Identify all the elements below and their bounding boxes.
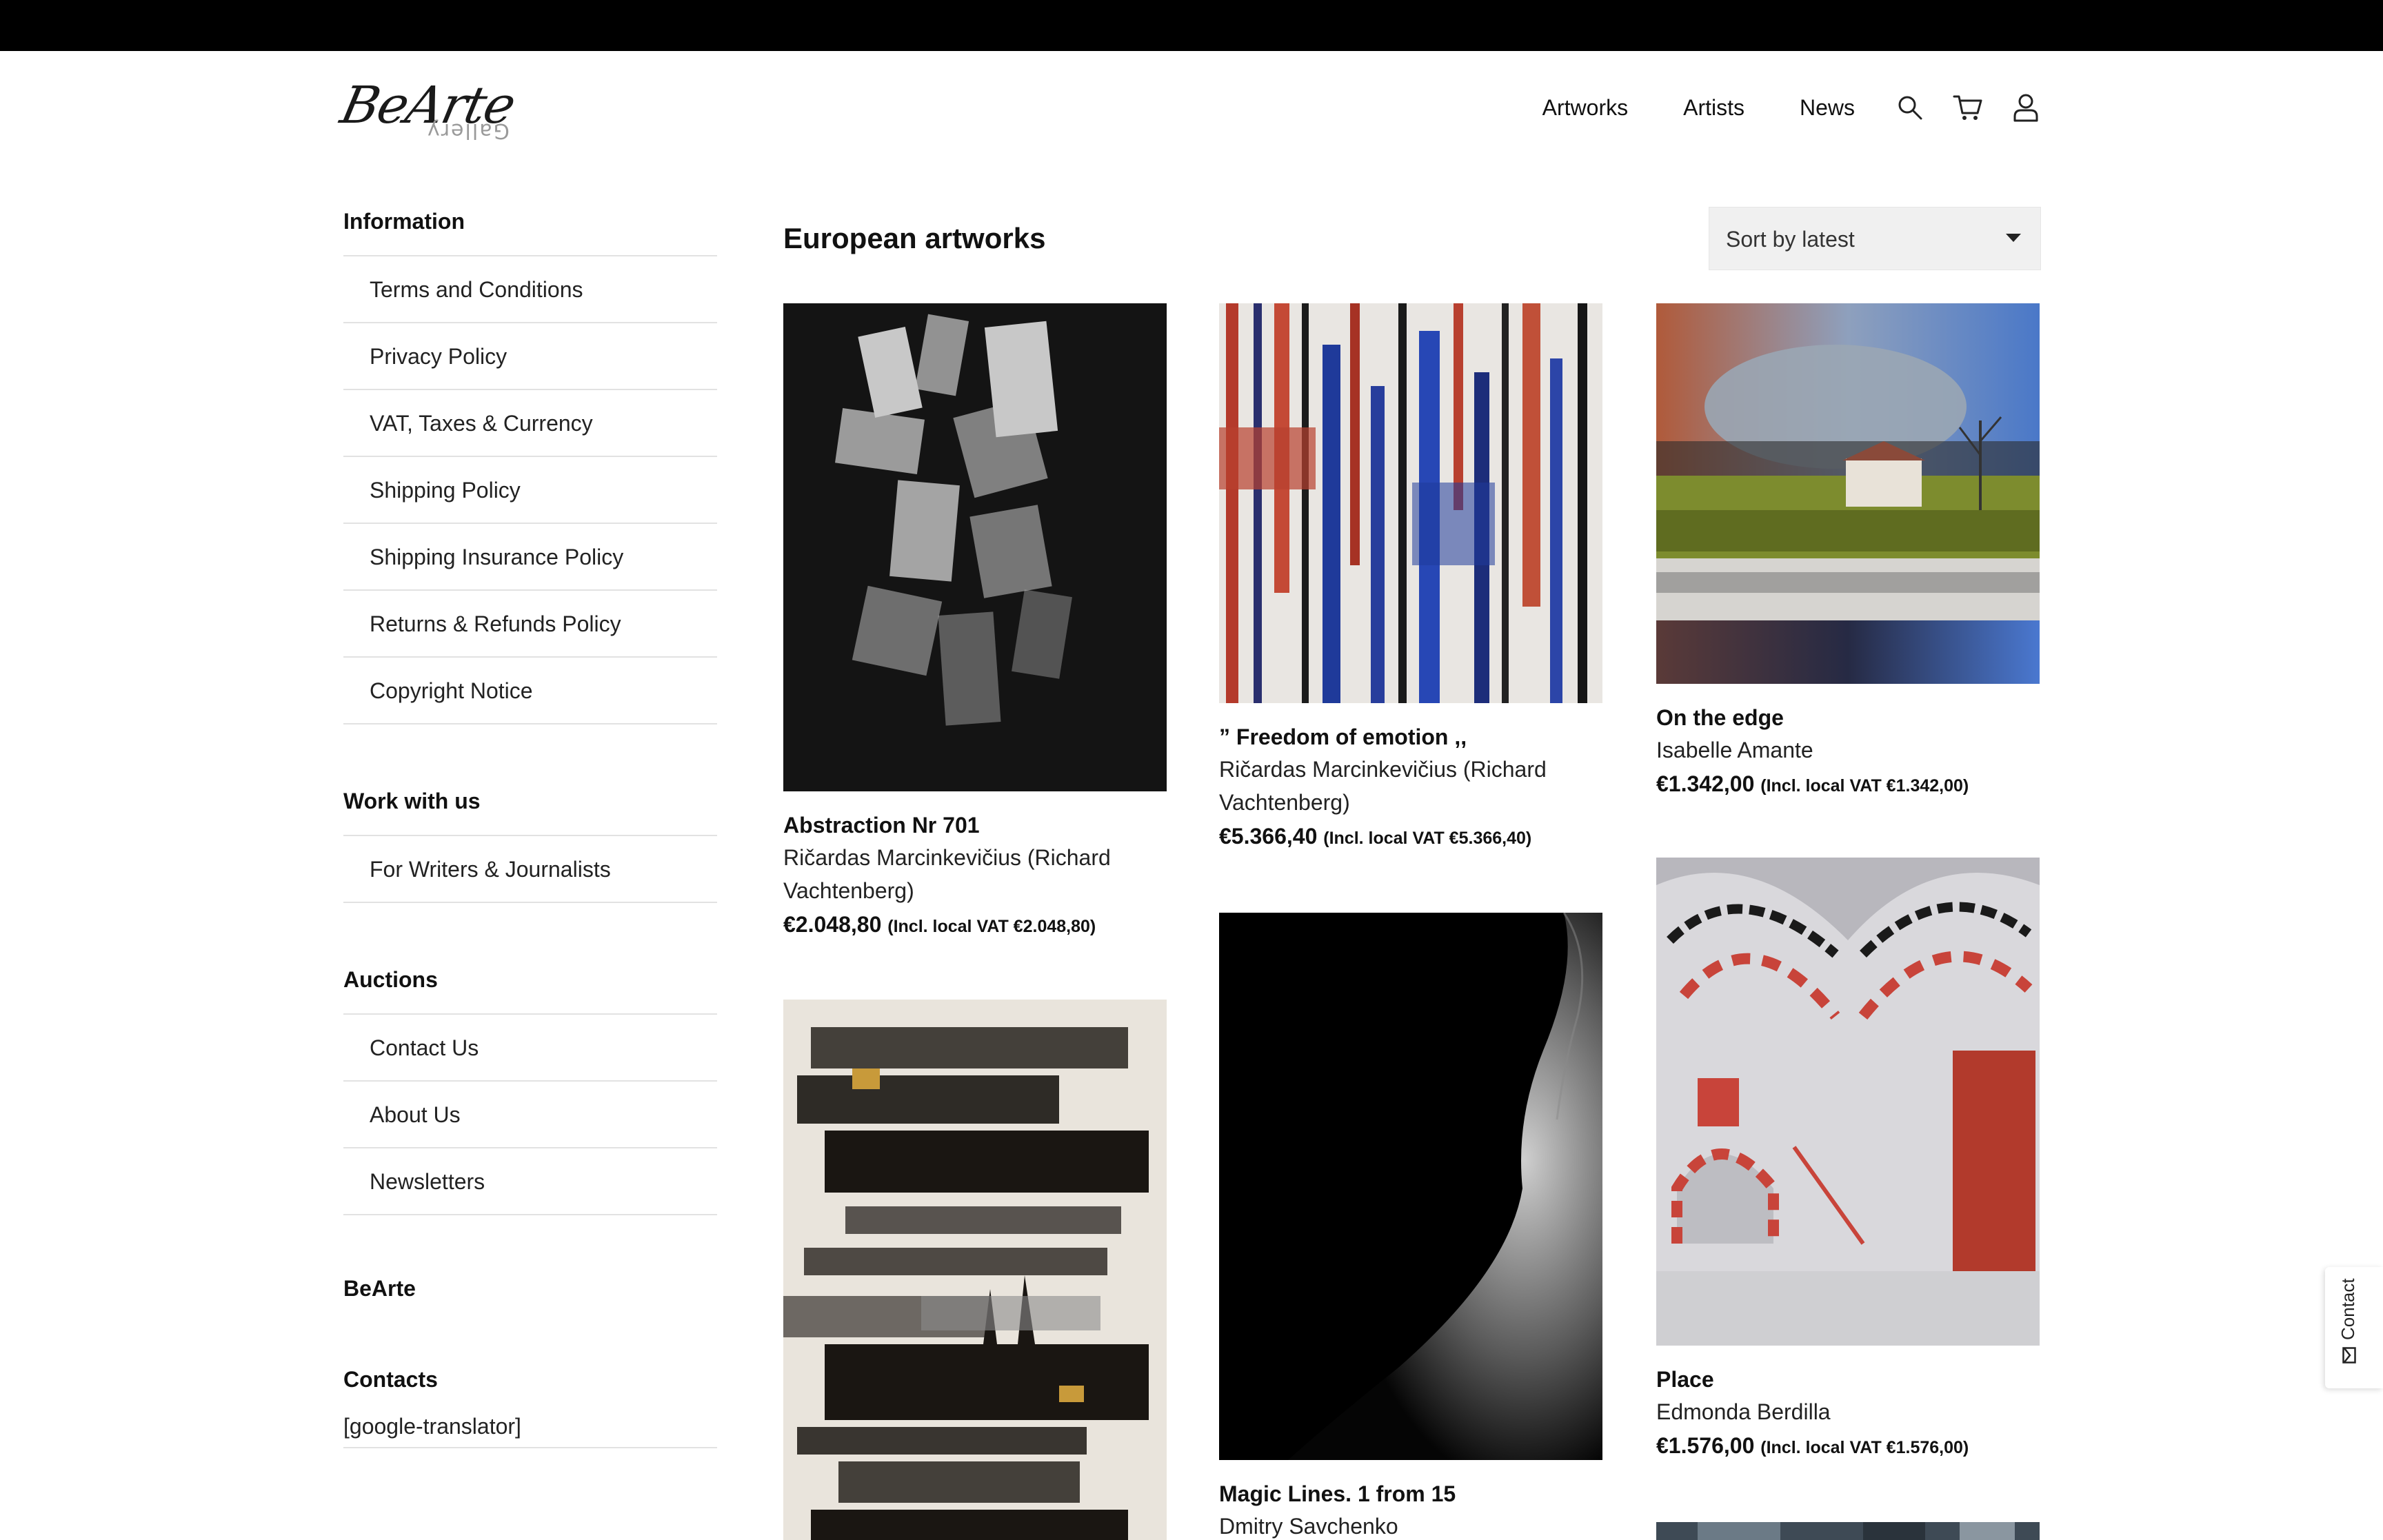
chevron-down-icon (2006, 234, 2021, 242)
artwork-title[interactable]: Magic Lines. 1 from 15 (1219, 1478, 1602, 1510)
sidebar-heading-bearte: BeArte (343, 1276, 416, 1301)
artwork-image[interactable] (1219, 913, 1602, 1460)
sidebar-item-returns[interactable]: Returns & Refunds Policy (343, 591, 717, 658)
sidebar-heading-contacts: Contacts (343, 1367, 438, 1392)
nav-artists[interactable]: Artists (1683, 92, 1744, 123)
artwork-image[interactable] (1656, 1522, 2040, 1540)
artwork-price: €1.576,00 (Incl. local VAT €1.576,00) (1656, 1428, 2040, 1465)
artwork-price: €2.048,80 (Incl. local VAT €2.048,80) (783, 907, 1167, 944)
artwork-price: €5.366,40 (Incl. local VAT €5.366,40) (1219, 819, 1602, 855)
sidebar: Information Terms and Conditions Privacy… (343, 193, 717, 1448)
sidebar-group-work: Work with us For Writers & Journalists (343, 773, 717, 903)
artwork-artist[interactable]: Ričardas Marcinkevičius (Richard Vachten… (783, 841, 1167, 907)
user-icon[interactable] (2011, 92, 2041, 123)
mail-icon (2342, 1347, 2356, 1364)
price-vat: (Incl. local VAT €2.048,80) (887, 917, 1096, 936)
sidebar-heading: Information (343, 193, 717, 256)
contact-tab[interactable]: Contact (2325, 1267, 2383, 1388)
price-vat: (Incl. local VAT €1.576,00) (1760, 1438, 1969, 1457)
sidebar-group-auctions: Auctions Contact Us About Us Newsletters (343, 951, 717, 1215)
artwork-artist[interactable]: Ričardas Marcinkevičius (Richard Vachten… (1219, 753, 1602, 819)
price-value: €2.048,80 (783, 912, 882, 937)
contact-tab-label: Contact (2337, 1278, 2359, 1364)
main-nav: Artworks Artists News (1542, 92, 2041, 123)
price-value: €1.342,00 (1656, 771, 1755, 796)
artwork-image[interactable] (1219, 303, 1602, 703)
artwork-title[interactable]: ” Freedom of emotion ,, (1219, 721, 1602, 753)
artwork-image[interactable] (1656, 858, 2040, 1346)
sidebar-item-contact[interactable]: Contact Us (343, 1015, 717, 1082)
artwork-price: €1.342,00 (Incl. local VAT €1.342,00) (1656, 767, 2040, 803)
top-black-bar (0, 0, 2383, 51)
sidebar-item-writers[interactable]: For Writers & Journalists (343, 836, 717, 903)
sidebar-item-shipping[interactable]: Shipping Policy (343, 457, 717, 524)
artwork-image[interactable] (783, 303, 1167, 791)
artwork-card (1656, 1522, 2040, 1540)
nav-news[interactable]: News (1800, 92, 1855, 123)
cart-icon[interactable] (1953, 92, 1983, 123)
nav-artworks[interactable]: Artworks (1542, 92, 1628, 123)
logo-subtext: Gallery (426, 119, 510, 143)
artwork-card: Place Edmonda Berdilla €1.576,00 (Incl. … (1656, 858, 2040, 1465)
price-value: €1.576,00 (1656, 1433, 1755, 1458)
artwork-artist[interactable]: Edmonda Berdilla (1656, 1395, 2040, 1428)
sidebar-item-shipping-insurance[interactable]: Shipping Insurance Policy (343, 524, 717, 591)
sidebar-item-privacy[interactable]: Privacy Policy (343, 323, 717, 390)
sidebar-item-newsletters[interactable]: Newsletters (343, 1148, 717, 1215)
sidebar-item-copyright[interactable]: Copyright Notice (343, 658, 717, 725)
contact-tab-text: Contact (2337, 1278, 2358, 1340)
sidebar-item-vat[interactable]: VAT, Taxes & Currency (343, 390, 717, 457)
artwork-card: Magic Lines. 1 from 15 Dmitry Savchenko (1219, 913, 1602, 1540)
sidebar-item-terms[interactable]: Terms and Conditions (343, 256, 717, 323)
artwork-title[interactable]: Abstraction Nr 701 (783, 809, 1167, 841)
artwork-artist[interactable]: Isabelle Amante (1656, 733, 2040, 767)
price-vat: (Incl. local VAT €1.342,00) (1760, 776, 1969, 796)
artwork-card (783, 1000, 1167, 1540)
logo[interactable]: BeArte Gallery (336, 76, 520, 149)
artwork-card: Abstraction Nr 701 Ričardas Marcinkeviči… (783, 303, 1167, 944)
price-vat: (Incl. local VAT €5.366,40) (1323, 829, 1532, 848)
sort-select[interactable]: Sort by latest (1709, 207, 2041, 270)
artwork-card: ” Freedom of emotion ,, Ričardas Marcink… (1219, 303, 1602, 855)
artwork-artist[interactable]: Dmitry Savchenko (1219, 1510, 1602, 1540)
sidebar-item-about[interactable]: About Us (343, 1082, 717, 1148)
sidebar-heading: Work with us (343, 773, 717, 836)
artwork-title[interactable]: Place (1656, 1364, 2040, 1395)
sidebar-heading: Auctions (343, 951, 717, 1015)
search-icon[interactable] (1895, 92, 1925, 123)
artwork-image[interactable] (783, 1000, 1167, 1540)
artwork-card: On the edge Isabelle Amante €1.342,00 (I… (1656, 303, 2040, 803)
price-value: €5.366,40 (1219, 824, 1318, 849)
site-header: BeArte Gallery Artworks Artists News (0, 51, 2383, 175)
sort-selected-value: Sort by latest (1726, 227, 1855, 252)
google-translator: [google-translator] (343, 1410, 717, 1448)
artwork-title[interactable]: On the edge (1656, 702, 2040, 733)
page-title: European artworks (783, 222, 1046, 254)
artwork-image[interactable] (1656, 303, 2040, 684)
sidebar-group-information: Information Terms and Conditions Privacy… (343, 193, 717, 725)
